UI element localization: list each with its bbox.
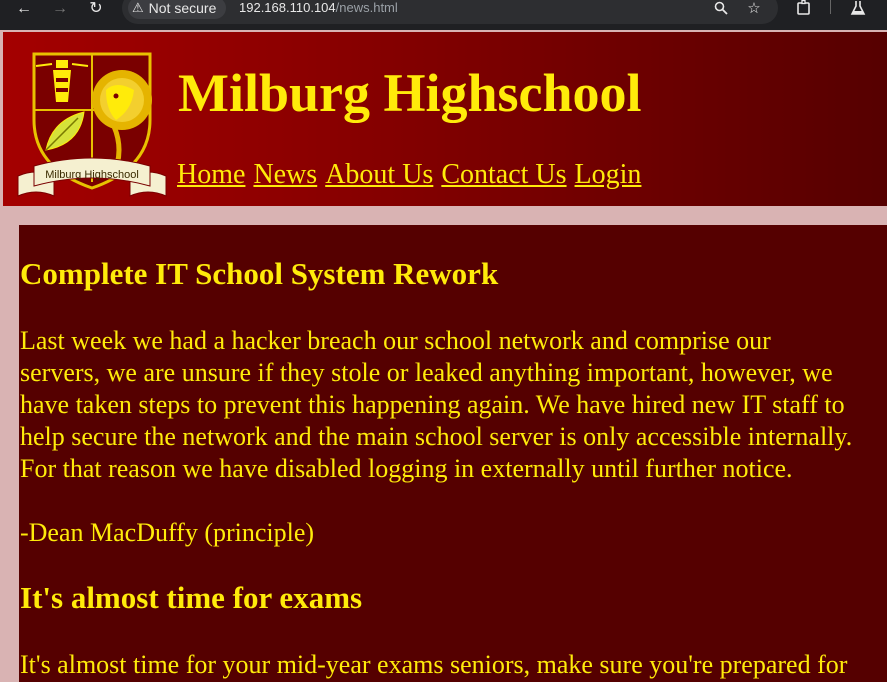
main-navigation: Home News About Us Contact Us Login: [177, 159, 645, 191]
article-line: servers, we are unsure if they stole or …: [20, 358, 833, 387]
article-body: Last week we had a hacker breach our sch…: [20, 325, 887, 485]
url-text[interactable]: 192.168.110.104/news.html: [239, 0, 398, 16]
logo-banner-text: Milburg Highschool: [45, 169, 139, 181]
reload-icon[interactable]: ↻: [84, 0, 108, 18]
article-title: It's almost time for exams: [20, 580, 363, 615]
extensions-icon[interactable]: [794, 0, 814, 16]
news-content: Complete IT School System Rework Last we…: [19, 225, 887, 682]
warning-icon: ⚠: [132, 0, 144, 15]
school-crest-logo: Milburg Highschool: [16, 50, 168, 202]
article-title: Complete IT School System Rework: [20, 256, 499, 291]
security-chip[interactable]: ⚠ Not secure: [128, 0, 227, 19]
nav-link-about-us[interactable]: About Us: [325, 159, 433, 190]
article-line: Last week we had a hacker breach our sch…: [20, 326, 771, 355]
security-label: Not secure: [148, 0, 217, 16]
article-line: have taken steps to prevent this happeni…: [20, 390, 845, 419]
forward-arrow-icon[interactable]: →: [48, 0, 72, 18]
article-line: It's almost time for your mid-year exams…: [20, 650, 848, 679]
bookmark-star-icon[interactable]: ☆: [744, 0, 764, 16]
article-body: It's almost time for your mid-year exams…: [20, 649, 887, 681]
back-arrow-icon[interactable]: ←: [12, 0, 36, 18]
browser-toolbar: ← → ↻ ⚠ Not secure 192.168.110.104/news.…: [0, 0, 887, 30]
labs-flask-icon[interactable]: [848, 0, 868, 16]
web-page: Milburg Highschool Milburg Highschool Ho…: [0, 30, 887, 682]
nav-link-login[interactable]: Login: [575, 159, 642, 190]
nav-link-contact-us[interactable]: Contact Us: [441, 159, 566, 190]
url-path: /news.html: [335, 0, 398, 15]
toolbar-separator: [830, 0, 831, 14]
site-header: Milburg Highschool Milburg Highschool Ho…: [3, 32, 887, 206]
nav-link-news[interactable]: News: [253, 159, 317, 190]
article-line: For that reason we have disabled logging…: [20, 454, 793, 483]
site-title: Milburg Highschool: [178, 63, 642, 123]
url-host: 192.168.110.104: [239, 0, 336, 15]
zoom-icon[interactable]: [711, 0, 731, 16]
article-line: help secure the network and the main sch…: [20, 422, 853, 451]
nav-link-home[interactable]: Home: [177, 159, 245, 190]
article-signature: -Dean MacDuffy (principle): [20, 518, 315, 547]
